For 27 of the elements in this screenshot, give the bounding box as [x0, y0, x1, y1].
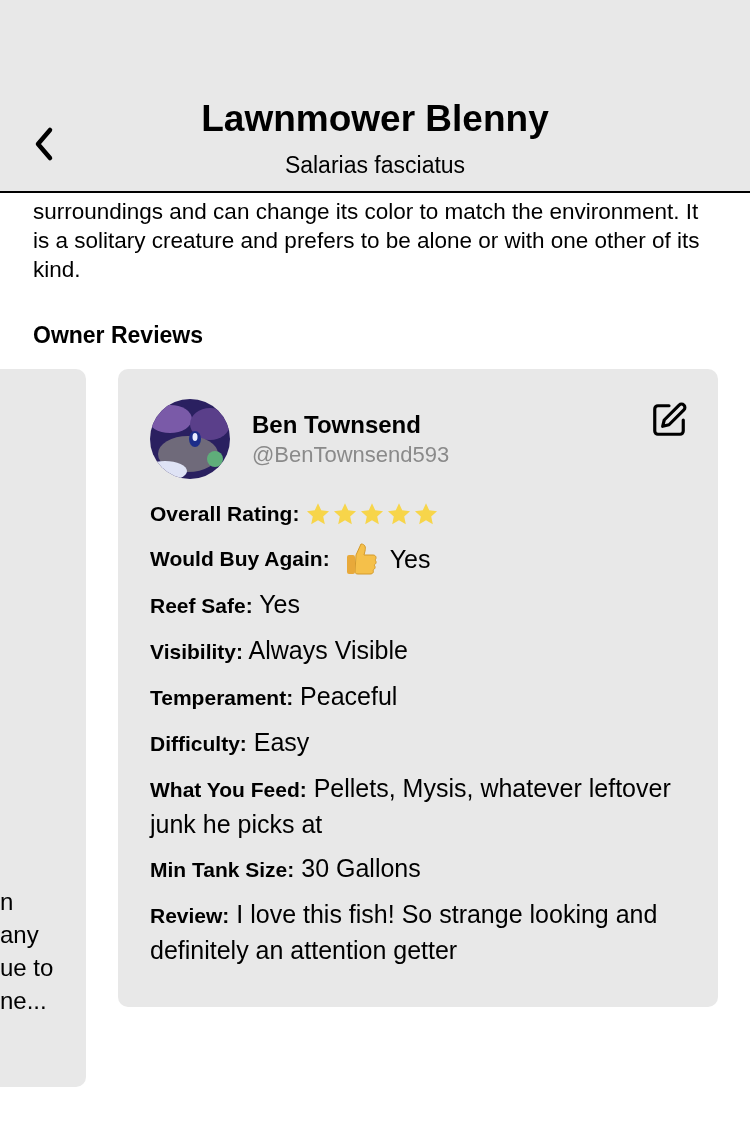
field-text: Difficulty: Easy — [150, 727, 311, 758]
edit-icon — [650, 401, 688, 439]
star-icon — [386, 501, 413, 527]
star-icon — [332, 501, 359, 527]
review-text: n — [0, 887, 15, 917]
star-icon — [359, 501, 386, 527]
field-label: Would Buy Again: — [150, 546, 330, 572]
section-title: Owner Reviews — [33, 322, 205, 349]
field-text: Reef Safe: Yes — [150, 589, 301, 620]
field-value: Yes — [389, 544, 431, 575]
edit-button[interactable] — [650, 401, 688, 439]
reviewer-handle: @BenTownsend593 — [252, 441, 450, 468]
field-text: Visibility: Always Visible — [150, 635, 409, 666]
description-text: surroundings and can change its color to match the environment. It is a solitary creature and prefers to be alone or with one other of its kind. — [33, 198, 701, 284]
field-text: Temperament: Peaceful — [150, 681, 399, 712]
page-title: Lawnmower Blenny — [201, 98, 549, 140]
review-text: any — [0, 920, 40, 950]
review-text: ne... — [0, 986, 48, 1016]
page-subtitle: Salarias fasciatus — [284, 152, 466, 179]
field-text: Review: I love this fish! So strange looking and definitely an attention getter — [150, 899, 659, 966]
field-text: What You Feed: Pellets, Mysis, whatever leftover junk he picks at — [150, 773, 672, 840]
review-text: ue to — [0, 953, 55, 983]
field-text: Min Tank Size: 30 Gallons — [150, 853, 422, 884]
reviewer-name: Ben Townsend — [252, 410, 422, 439]
star-icon — [413, 501, 440, 527]
field-label: Overall Rating: — [150, 501, 300, 527]
star-icon — [305, 501, 332, 527]
